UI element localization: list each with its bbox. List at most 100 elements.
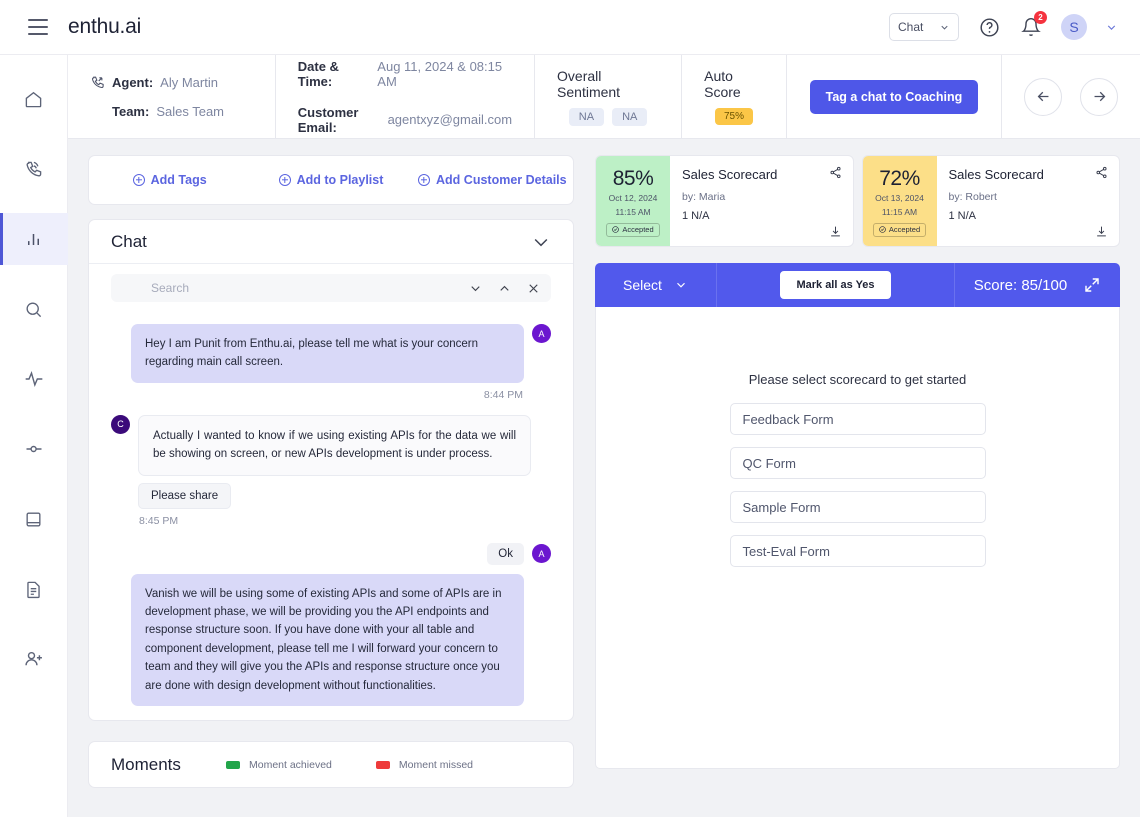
- scorecard-date: Oct 13, 2024: [875, 193, 924, 204]
- book-icon: [26, 511, 41, 527]
- chat-type-value: Chat: [898, 20, 924, 34]
- share-icon[interactable]: [1095, 166, 1108, 179]
- message-short-bubble: Ok: [487, 542, 524, 565]
- left-sidebar: [0, 55, 68, 817]
- collapse-arrows-icon[interactable]: [1083, 276, 1101, 294]
- form-option-qc[interactable]: QC Form: [729, 447, 986, 479]
- scorecard-toolbar: Select Mark all as Yes Score: 85/100: [595, 263, 1120, 307]
- form-option-feedback[interactable]: Feedback Form: [729, 403, 986, 435]
- download-icon[interactable]: [1095, 225, 1108, 238]
- download-icon[interactable]: [829, 225, 842, 238]
- chat-message: Ok A Vanish we will be using some of exi…: [111, 542, 551, 706]
- call-meta-bar: Agent: Aly Martin Team: Sales Team Date …: [68, 55, 1140, 139]
- scorecard-percent: 85%: [612, 167, 654, 191]
- form-option-test-eval[interactable]: Test-Eval Form: [729, 535, 986, 567]
- chevron-down-icon[interactable]: [531, 232, 551, 252]
- document-icon: [27, 581, 40, 598]
- bar-chart-icon: [27, 233, 40, 245]
- tag-chat-to-coaching-button[interactable]: Tag a chat to Coaching: [809, 79, 979, 114]
- sidebar-item-calls[interactable]: [0, 143, 68, 195]
- sentiment-title: Overall Sentiment: [557, 67, 621, 100]
- record-nav: [1002, 55, 1140, 138]
- scorecard-time: 11:15 AM: [615, 206, 651, 217]
- prev-record-button[interactable]: [1024, 77, 1062, 116]
- notification-badge: 2: [1034, 11, 1047, 24]
- auto-score: Auto Score 75%: [682, 55, 787, 138]
- status-badge-label: Accepted: [888, 225, 921, 235]
- legend-label: Moment missed: [398, 758, 473, 771]
- pulse-icon: [25, 371, 42, 387]
- message-row: Hey I am Punit from Enthu.ai, please tel…: [111, 324, 551, 383]
- hamburger-icon[interactable]: [28, 19, 48, 35]
- date-value: Aug 11, 2024 & 08:15 AM: [377, 58, 503, 89]
- chat-message: C Actually I wanted to know if we using …: [111, 414, 551, 527]
- add-to-playlist-button[interactable]: Add to Playlist: [250, 173, 411, 187]
- scorecard-author: by: Robert: [948, 191, 997, 203]
- sentiment-chips: NA NA: [568, 107, 648, 126]
- arrow-left-icon: [1037, 91, 1048, 102]
- notifications-button[interactable]: 2: [1019, 11, 1047, 39]
- agent-info: Agent: Aly Martin Team: Sales Team: [68, 55, 276, 138]
- search-input[interactable]: [151, 281, 454, 295]
- chat-panel: Chat Hey I am Punit from Enthu.ai, pleas…: [88, 219, 574, 721]
- scorecard-item[interactable]: 85% Oct 12, 2024 11:15 AM Accepted Sales…: [595, 155, 854, 247]
- status-badge: NA: [612, 107, 648, 126]
- add-tags-button[interactable]: Add Tags: [89, 173, 250, 187]
- chat-search-row: [89, 264, 573, 306]
- chat-title: Chat: [111, 231, 147, 251]
- chat-search-box: [111, 274, 551, 302]
- sidebar-item-home[interactable]: [0, 73, 68, 125]
- sidebar-item-settings[interactable]: [0, 423, 68, 475]
- moments-legend: Moment achieved Moment missed: [226, 759, 551, 771]
- sidebar-item-add-user[interactable]: [0, 633, 68, 685]
- scorecard-item[interactable]: 72% Oct 13, 2024 11:15 AM Accepted Sales…: [861, 155, 1120, 247]
- scorecard-score-block: 72% Oct 13, 2024 11:15 AM Accepted: [862, 156, 937, 246]
- chevron-up-icon[interactable]: [497, 281, 512, 296]
- check-circle-icon: [612, 226, 620, 234]
- phone-call-icon: [91, 76, 104, 88]
- sidebar-item-search[interactable]: [0, 283, 68, 335]
- question-circle-icon: [979, 17, 999, 37]
- sidebar-item-reports[interactable]: [0, 563, 68, 615]
- moments-title: Moments: [111, 754, 181, 774]
- home-icon: [25, 91, 42, 107]
- status-badge-label: Accepted: [622, 225, 654, 235]
- message-pill: Please share: [138, 482, 232, 509]
- scorecard-percent: 72%: [879, 167, 920, 191]
- tag-coaching-cell: Tag a chat to Coaching: [787, 55, 1002, 138]
- phone-call-icon: [26, 161, 42, 177]
- legend-item-achieved: Moment achieved: [226, 759, 332, 771]
- add-tags-label: Add Tags: [150, 173, 207, 187]
- brand-logo: enthu.ai: [68, 15, 142, 38]
- message-group: Actually I wanted to know if we using ex…: [138, 414, 531, 509]
- share-icon[interactable]: [829, 166, 842, 179]
- scorecard-select-dropdown[interactable]: Select: [595, 263, 717, 307]
- avatar[interactable]: S: [1061, 14, 1087, 40]
- chat-type-select[interactable]: Chat: [889, 13, 959, 41]
- email-row: Customer Email: agentxyz@gmail.com: [298, 105, 512, 135]
- autoscore-title: Auto Score: [704, 68, 741, 100]
- legend-swatch-red: [375, 760, 390, 769]
- next-record-button[interactable]: [1080, 77, 1118, 116]
- sidebar-item-library[interactable]: [0, 493, 68, 545]
- mark-all-as-yes-button[interactable]: Mark all as Yes: [780, 271, 891, 299]
- moments-panel: Moments Moment achieved Moment missed: [88, 741, 574, 788]
- legend-swatch-green: [226, 760, 240, 769]
- close-icon[interactable]: [526, 281, 541, 296]
- mark-all-cell: Mark all as Yes: [717, 263, 955, 307]
- add-customer-details-button[interactable]: Add Customer Details: [412, 173, 573, 187]
- user-plus-icon: [24, 651, 42, 666]
- overall-sentiment: Overall Sentiment NA NA: [535, 55, 683, 138]
- message-row: Vanish we will be using some of existing…: [111, 573, 551, 706]
- add-to-playlist-label: Add to Playlist: [296, 173, 384, 187]
- sidebar-item-activity[interactable]: [0, 353, 68, 405]
- form-option-sample[interactable]: Sample Form: [729, 491, 986, 523]
- message-bubble: Actually I wanted to know if we using ex…: [138, 414, 531, 476]
- autoscore-badge: 75%: [714, 108, 753, 125]
- chat-messages: Hey I am Punit from Enthu.ai, please tel…: [89, 306, 573, 720]
- sidebar-item-analytics[interactable]: [0, 213, 68, 265]
- chevron-down-icon[interactable]: [1105, 21, 1118, 34]
- help-button[interactable]: [977, 15, 1001, 39]
- avatar: A: [532, 324, 551, 343]
- chevron-down-icon[interactable]: [468, 281, 483, 296]
